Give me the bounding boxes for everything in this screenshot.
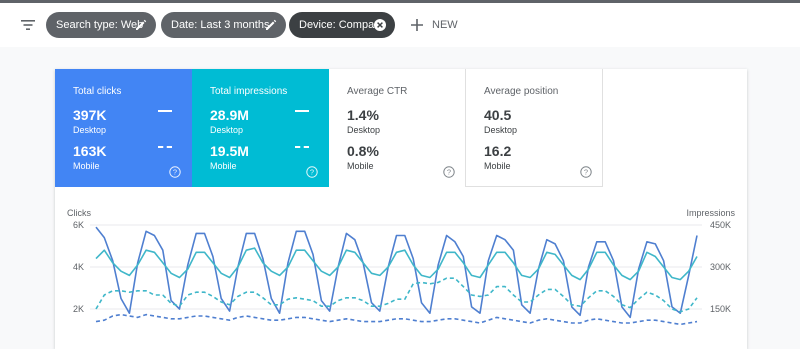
pencil-icon[interactable]: [264, 18, 278, 32]
dashed-line-legend-icon: [295, 146, 309, 148]
metric-average-position[interactable]: Average position 40.5 Desktop 16.2 Mobil…: [466, 69, 603, 187]
close-circle-icon[interactable]: [373, 18, 387, 32]
metric-total-impressions[interactable]: Total impressions 28.9M Desktop 19.5M Mo…: [192, 69, 329, 187]
metric-title: Total clicks: [73, 86, 122, 97]
svg-text:?: ?: [584, 168, 588, 177]
dashed-line-legend-icon: [158, 146, 172, 148]
pencil-icon[interactable]: [134, 18, 148, 32]
metric-mobile-label: Mobile: [484, 161, 511, 171]
metric-mobile-value: 0.8%: [347, 143, 379, 159]
help-icon[interactable]: ?: [580, 166, 592, 178]
metric-mobile-label: Mobile: [210, 161, 237, 171]
filter-chip-date[interactable]: Date: Last 3 months: [161, 12, 286, 38]
metric-average-ctr[interactable]: Average CTR 1.4% Desktop 0.8% Mobile ?: [329, 69, 466, 187]
metric-mobile-value: 163K: [73, 143, 107, 159]
metric-desktop-value: 40.5: [484, 107, 512, 123]
plus-icon: [411, 19, 423, 31]
new-filter-label: NEW: [432, 19, 458, 31]
metric-desktop-value: 1.4%: [347, 107, 379, 123]
metric-desktop-value: 397K: [73, 107, 107, 123]
solid-line-legend-icon: [158, 110, 172, 112]
metric-title: Total impressions: [210, 86, 288, 97]
svg-text:?: ?: [173, 168, 177, 177]
metric-mobile-label: Mobile: [347, 161, 374, 171]
metric-desktop-label: Desktop: [484, 125, 518, 135]
svg-text:?: ?: [310, 168, 314, 177]
metric-desktop-label: Desktop: [347, 125, 381, 135]
svg-text:?: ?: [447, 168, 451, 177]
filter-chip-device[interactable]: Device: Compare: [289, 12, 395, 38]
filter-list-icon[interactable]: [18, 15, 38, 35]
metric-desktop-label: Desktop: [210, 125, 244, 135]
metric-mobile-value: 16.2: [484, 143, 512, 159]
filter-chip-search-type[interactable]: Search type: Web: [46, 12, 156, 38]
filter-chip-label: Date: Last 3 months: [171, 19, 270, 31]
metric-total-clicks[interactable]: Total clicks 397K Desktop 163K Mobile ?: [55, 69, 192, 187]
metric-title: Average CTR: [347, 86, 408, 97]
filter-chip-label: Search type: Web: [56, 19, 144, 31]
filter-chip-label: Device: Compare: [299, 19, 384, 31]
metric-desktop-value: 28.9M: [210, 107, 249, 123]
performance-card: Total clicks 397K Desktop 163K Mobile ? …: [55, 69, 747, 349]
metric-title: Average position: [484, 86, 559, 97]
solid-line-legend-icon: [295, 110, 309, 112]
filter-bar: Search type: Web Date: Last 3 months Dev…: [0, 3, 800, 47]
metric-desktop-label: Desktop: [73, 125, 107, 135]
help-icon[interactable]: ?: [306, 166, 318, 178]
metric-mobile-label: Mobile: [73, 161, 100, 171]
metric-mobile-value: 19.5M: [210, 143, 249, 159]
help-icon[interactable]: ?: [443, 166, 455, 178]
help-icon[interactable]: ?: [169, 166, 181, 178]
